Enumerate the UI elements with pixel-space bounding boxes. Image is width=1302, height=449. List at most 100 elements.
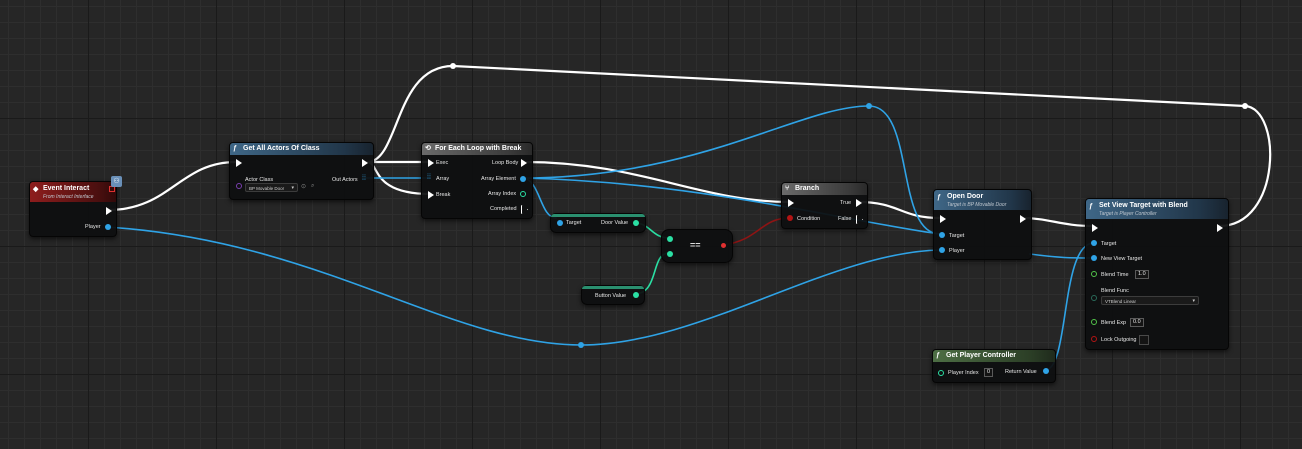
branch-node[interactable]: ⑂ Branch True Condition False [781,182,868,229]
condition-in-pin[interactable] [787,215,793,221]
pin-label-blend-func: Blend Func [1101,288,1129,294]
reroute-knot[interactable] [866,103,872,109]
player-index-input[interactable]: 0 [984,368,994,377]
event-interact-node[interactable]: ◆ Event Interact From Interact Interface… [29,181,117,237]
exec-out-pin[interactable] [1020,215,1026,223]
blend-time-in-pin[interactable] [1091,271,1097,277]
player-index-in-pin[interactable] [938,370,944,376]
blend-time-input[interactable]: 1.0 [1135,270,1149,279]
bool-out-pin[interactable] [721,243,726,248]
target-in-pin[interactable] [1091,240,1097,246]
pin-label-false: False [838,216,852,222]
exec-wire [856,200,942,220]
return-value-out-pin[interactable] [1043,368,1049,374]
object-wire [105,226,941,346]
true-out-pin[interactable] [856,199,862,207]
function-icon: ƒ [936,352,940,359]
exec-out-pin[interactable] [362,159,368,167]
pin-label-return-value: Return Value [1005,369,1037,375]
node-title: Get All Actors Of Class [243,145,320,152]
door-value-out-pin[interactable] [633,220,639,226]
lock-outgoing-in-pin[interactable] [1091,336,1097,342]
array-index-out-pin[interactable] [520,191,526,197]
open-door-node[interactable]: ƒ Open Door Target is BP Movable Door Ta… [933,189,1032,260]
pin-label-loop-body: Loop Body [492,160,519,166]
exec-wire [106,160,238,212]
actor-class-dropdown[interactable]: BP Movable Door ▾ [245,183,298,192]
loop-body-out-pin[interactable] [521,159,527,167]
get-player-controller-node[interactable]: ƒ Get Player Controller Player Index 0 R… [932,349,1056,383]
array-in-pin[interactable]: ⁞⁞ [427,174,431,181]
reroute-knot[interactable] [1242,103,1248,109]
node-title: Open Door [947,193,984,200]
set-view-target-node[interactable]: ƒ Set View Target with Blend Target is P… [1085,198,1229,350]
node-header: ◆ Event Interact From Interact Interface [30,182,116,202]
pin-label-player-index: Player Index [948,370,979,376]
target-in-pin[interactable] [557,220,563,226]
pin-label-array-element: Array Element [481,176,516,182]
get-all-actors-node[interactable]: ƒ Get All Actors Of Class Actor Class BP… [229,142,374,200]
pin-label-exec: Exec [436,160,449,166]
event-icon: ◆ [33,186,39,193]
reroute-knot[interactable] [578,342,584,348]
function-icon: ƒ [937,194,941,201]
exec-in-pin[interactable] [1092,224,1098,232]
pin-label-button-value: Button Value [595,293,627,299]
search-icon[interactable]: ⌕ [311,183,314,190]
pin-label-new-view-target: New View Target [1101,256,1143,262]
reroute-knot[interactable] [450,63,456,69]
pin-label-target: Target [1101,241,1117,247]
button-value-out-pin[interactable] [633,292,639,298]
node-subtitle: Target is Player Controller [1099,211,1157,217]
player-in-pin[interactable] [939,247,945,253]
exec-in-pin[interactable] [940,215,946,223]
browse-icon[interactable]: ⊙ [301,183,306,190]
lock-outgoing-checkbox[interactable] [1139,335,1149,345]
node-title: Event Interact [43,185,90,192]
array-out-pin[interactable]: ⁞⁞ [362,175,366,182]
new-view-target-in-pin[interactable] [1091,255,1097,261]
player-out-pin[interactable] [105,224,111,230]
pin-label-break: Break [436,192,451,198]
node-header: ⑂ Branch [782,183,867,195]
b-in-pin[interactable] [667,251,673,257]
branch-icon: ⑂ [785,185,790,192]
a-in-pin[interactable] [667,236,673,242]
node-title: Get Player Controller [946,352,1017,359]
node-header: ƒ Get All Actors Of Class [230,143,373,155]
pin-label-array: Array [436,176,450,182]
exec-wire [522,160,792,204]
completed-out-pin[interactable] [521,205,528,214]
exec-in-pin[interactable] [428,159,434,167]
blend-func-in-pin[interactable] [1091,295,1097,301]
node-accent [551,214,645,217]
blend-exp-input[interactable]: 0.0 [1130,318,1144,327]
blend-exp-in-pin[interactable] [1091,319,1097,325]
pin-label-player: Player [949,248,965,254]
break-in-pin[interactable] [428,191,434,199]
for-each-loop-node[interactable]: ⟲ For Each Loop with Break Exec ⁞⁞ Array… [421,142,533,219]
macro-icon: ⟲ [425,145,431,152]
boolean-wire [722,217,791,246]
pin-label-out-actors: Out Actors [332,177,358,183]
function-icon: ƒ [1089,203,1093,210]
equal-node[interactable]: == [661,229,733,263]
node-subtitle: Target is BP Movable Door [947,202,1007,208]
node-title: Set View Target with Blend [1099,202,1188,209]
actor-class-pin[interactable] [236,183,242,189]
button-value-node[interactable]: Button Value [581,285,645,305]
node-accent [582,286,644,289]
actor-class-value: BP Movable Door [249,186,285,191]
blend-func-dropdown[interactable]: VTBlend Linear ▾ [1101,296,1199,305]
exec-out-pin[interactable] [106,207,112,215]
target-in-pin[interactable] [939,232,945,238]
door-value-node[interactable]: Target Door Value [550,213,646,233]
exec-out-pin[interactable] [1217,224,1223,232]
node-title: Branch [795,185,820,192]
exec-in-pin[interactable] [788,199,794,207]
interface-badge-icon: ⚇ [111,176,122,187]
exec-in-pin[interactable] [236,159,242,167]
array-element-out-pin[interactable] [520,176,526,182]
function-icon: ƒ [233,145,237,152]
false-out-pin[interactable] [856,215,863,224]
